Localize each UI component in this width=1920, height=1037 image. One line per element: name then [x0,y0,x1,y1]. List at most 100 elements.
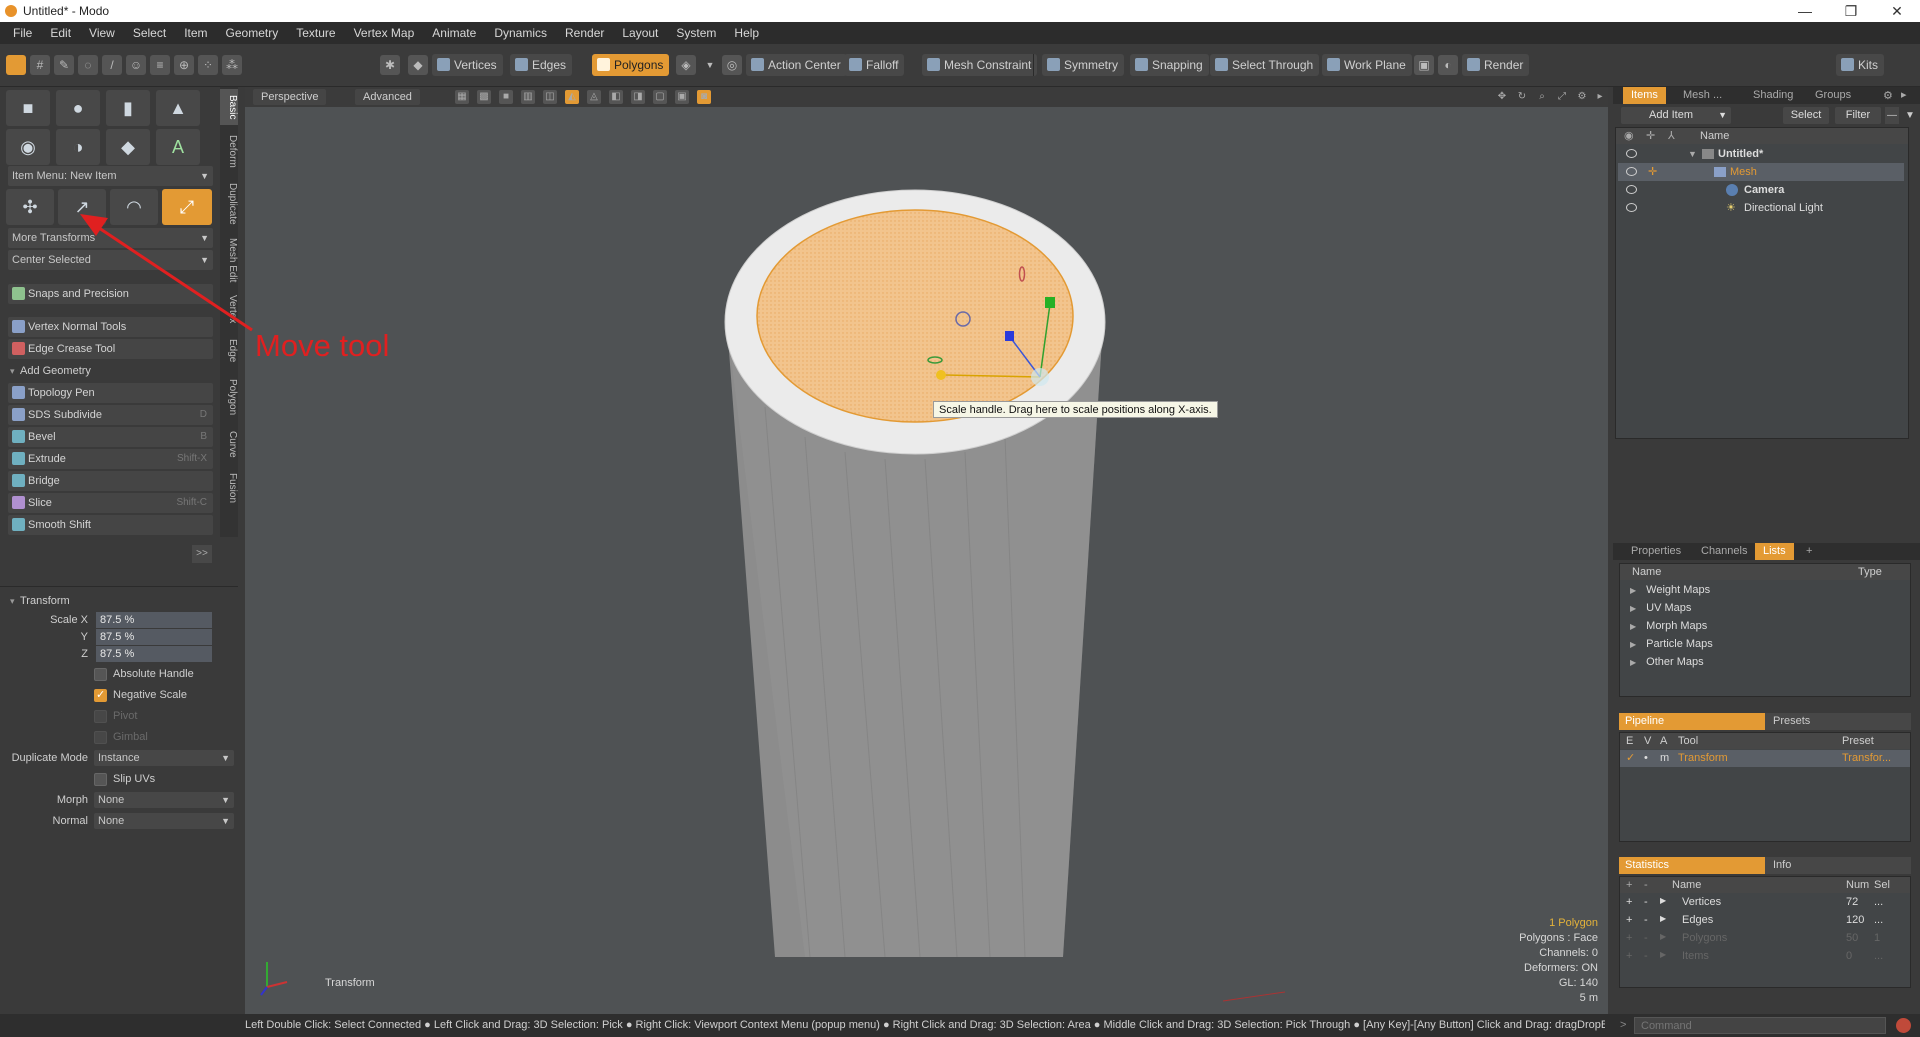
reflection-icon[interactable]: ◫ [543,90,557,104]
bridge-button[interactable]: Bridge [8,471,213,491]
panel-expand-icon[interactable]: ▸ [1901,88,1907,101]
mesh-constraint-button[interactable]: Mesh Constraint [922,54,1038,76]
eye-icon[interactable] [1626,167,1637,176]
tree-item-untitled[interactable]: ▼ Untitled* [1618,145,1904,163]
name-column-header[interactable]: Name [1700,128,1729,144]
tab-presets[interactable]: Presets [1765,713,1911,730]
zoom-icon[interactable]: ⌕ [1535,90,1549,104]
add-item-button[interactable]: Add Item ▼ [1621,107,1731,124]
menu-layout[interactable]: Layout [613,26,667,40]
slip-uvs-checkbox[interactable] [94,773,107,786]
tab-groups[interactable]: Groups [1807,87,1859,104]
smooth-shift-button[interactable]: Smooth Shift [8,515,213,535]
kits-button[interactable]: Kits [1836,54,1885,76]
bevel-button[interactable]: Bevel B [8,427,213,447]
negative-scale-checkbox[interactable] [94,688,107,702]
gimbal-checkbox[interactable] [94,731,107,744]
remove-stat-icon[interactable]: - [1644,877,1648,893]
y-scale-handle[interactable] [1045,297,1055,308]
tree-item-camera[interactable]: Camera [1618,181,1904,199]
pan-icon[interactable]: ✥ [1495,90,1509,104]
lock-icon[interactable]: ✛ [1648,163,1657,181]
morph-maps-row[interactable]: Morph Maps [1630,620,1707,632]
vertex-map-icon[interactable]: ◬ [587,90,601,104]
tab-statistics[interactable]: Statistics [1619,857,1765,874]
tree-item-directional-light[interactable]: ☀ Directional Light [1618,199,1904,217]
tab-items[interactable]: Items [1623,87,1666,104]
active-shading-icon[interactable]: ◭ [565,90,579,104]
tab-pipeline[interactable]: Pipeline [1619,713,1765,730]
select-through-button[interactable]: Select Through [1210,54,1320,76]
filter-button[interactable]: Filter [1835,107,1881,124]
morph-dropdown[interactable]: None ▼ [94,792,234,808]
tab-mesh-ops[interactable]: Mesh ... [1675,87,1730,104]
texture-icon[interactable]: ▥ [521,90,535,104]
command-input[interactable] [1634,1017,1886,1034]
scale-z-field[interactable]: 87.5 % [96,646,212,662]
duplicate-mode-dropdown[interactable]: Instance ▼ [94,750,234,766]
tab-fusion[interactable]: Fusion [220,467,238,509]
tab-properties[interactable]: Properties [1623,543,1689,560]
tab-lists[interactable]: Lists [1755,543,1794,560]
grid-view-icon[interactable]: ▣ [675,90,689,104]
preview-icon[interactable]: ◐ [1438,55,1458,75]
lists-type-header[interactable]: Type [1858,564,1882,580]
overlay-icon[interactable]: ◙ [697,90,711,104]
pivot-mode-icon[interactable]: ◎ [722,55,742,75]
mode-dropdown-icon[interactable]: ▼ [700,55,720,75]
material-mode-icon[interactable]: ◈ [676,55,696,75]
eye-icon[interactable] [1626,203,1637,212]
falloff-button[interactable]: Falloff [844,54,905,76]
symmetry-button[interactable]: Symmetry [1042,54,1124,76]
frame-icon[interactable]: ▢ [653,90,667,104]
menu-dynamics[interactable]: Dynamics [485,26,556,40]
weight-icon[interactable]: ◧ [609,90,623,104]
z-scale-handle[interactable] [1005,331,1014,341]
menu-render[interactable]: Render [556,26,613,40]
close-icon[interactable]: ✕ [1874,3,1920,20]
weight-maps-row[interactable]: Weight Maps [1630,584,1710,596]
x-scale-handle[interactable] [936,370,946,380]
absolute-handle-checkbox[interactable] [94,668,107,681]
action-center-button[interactable]: Action Center [746,54,847,76]
collapse-icon[interactable]: — [1885,107,1899,124]
menu-help[interactable]: Help [725,26,768,40]
particle-maps-row[interactable]: Particle Maps [1630,638,1713,650]
select-button[interactable]: Select [1783,107,1829,124]
menu-system[interactable]: System [667,26,725,40]
slice-button[interactable]: Slice Shift-C [8,493,213,513]
enabled-check-icon[interactable]: ✓ [1626,750,1635,767]
filter-funnel-icon[interactable]: ▼ [1903,107,1917,124]
transform-header[interactable]: Transform [8,592,213,610]
tab-info[interactable]: Info [1765,857,1911,874]
eye-icon[interactable] [1626,185,1637,194]
lists-name-header[interactable]: Name [1632,564,1661,580]
center-handle[interactable] [1031,368,1049,386]
selected-polygon[interactable] [756,209,1074,423]
tab-add[interactable]: + [1798,543,1820,560]
shaded-icon[interactable]: ▩ [477,90,491,104]
viewport-more-icon[interactable]: ▸ [1593,90,1607,104]
minimize-icon[interactable]: — [1782,3,1828,19]
expand-arrow-icon[interactable]: ▼ [1688,145,1697,163]
pipeline-row-transform[interactable]: ✓ • m Transform Transfor... [1620,750,1910,767]
add-stat-icon[interactable]: + [1626,877,1632,893]
tab-curve[interactable]: Curve [220,425,238,463]
viewport-settings-icon[interactable]: ⚙ [1575,90,1589,104]
extrude-button[interactable]: Extrude Shift-X [8,449,213,469]
tree-item-mesh[interactable]: ✛ Mesh [1618,163,1904,181]
render-button[interactable]: Render [1462,54,1530,76]
other-maps-row[interactable]: Other Maps [1630,656,1703,668]
scale-y-field[interactable]: 87.5 % [96,629,212,645]
screenshot-icon[interactable]: ▣ [1414,55,1434,75]
edges-mode-button[interactable]: Edges [510,54,573,76]
clip-icon[interactable]: ◨ [631,90,645,104]
visible-dot-icon[interactable]: • [1644,750,1648,767]
pivot-checkbox[interactable] [94,710,107,723]
expand-button[interactable]: >> [192,545,212,563]
tab-shading[interactable]: Shading [1745,87,1801,104]
polygons-mode-button[interactable]: Polygons [592,54,670,76]
solid-icon[interactable]: ■ [499,90,513,104]
snapping-button[interactable]: Snapping [1130,54,1209,76]
tab-channels[interactable]: Channels [1693,543,1755,560]
